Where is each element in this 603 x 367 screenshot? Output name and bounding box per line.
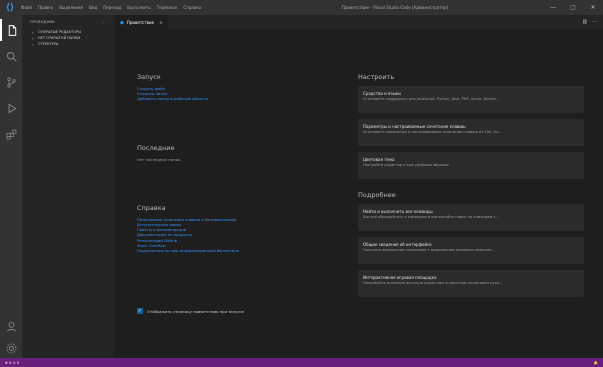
chevron-right-icon: › bbox=[32, 29, 34, 35]
more-actions-icon[interactable]: ··· bbox=[102, 20, 106, 25]
vscode-icon[interactable]: ⟨⟩ bbox=[4, 2, 16, 14]
welcome-left-column: Запуск Создать файл Открыть папку Добави… bbox=[137, 73, 337, 253]
account-button[interactable] bbox=[0, 315, 22, 337]
tab-label: Приветствие bbox=[126, 20, 155, 25]
menu-file[interactable]: Файл bbox=[21, 5, 32, 10]
source-control-icon bbox=[6, 77, 16, 87]
title-bar: ⟨⟩ Файл Правка Выделение Вид Переход Вып… bbox=[0, 0, 603, 15]
editor-tabs: ◆ Приветствие × ▥ ··· bbox=[114, 15, 603, 29]
recent-title: Последние bbox=[137, 143, 175, 152]
section-label: НЕТ ОТКРЫТОЙ ПАПКИ bbox=[38, 36, 81, 40]
customize-card[interactable]: Средства и языки Установите поддержку дл… bbox=[358, 86, 584, 113]
card-description: Попробуйте основные функции редактора в … bbox=[363, 281, 503, 285]
search-icon bbox=[6, 51, 17, 62]
show-on-startup-checkbox[interactable]: ✓ bbox=[137, 308, 143, 314]
card-description: Установите поддержку для JavaScript, Pyt… bbox=[363, 97, 500, 101]
split-editor-icon[interactable]: ▥ bbox=[582, 19, 587, 25]
welcome-right-column: Настроить Средства и языки Установите по… bbox=[358, 73, 584, 303]
tab-welcome[interactable]: ◆ Приветствие × bbox=[114, 15, 169, 29]
close-icon[interactable]: × bbox=[159, 20, 162, 25]
card-description: Настройте редактор и код удобным образом bbox=[363, 163, 449, 167]
vscode-icon: ◆ bbox=[120, 19, 124, 26]
extensions-icon bbox=[6, 129, 16, 139]
menu-view[interactable]: Вид bbox=[89, 5, 97, 10]
menu-selection[interactable]: Выделение bbox=[59, 5, 83, 10]
welcome-page: Запуск Создать файл Открыть папку Добави… bbox=[114, 29, 603, 358]
chevron-right-icon: › bbox=[32, 41, 34, 47]
section-outline[interactable]: › СТРУКТУРА bbox=[22, 41, 114, 47]
close-button[interactable]: ✕ bbox=[583, 0, 603, 15]
run-debug-icon bbox=[8, 103, 16, 113]
section-label: ОТКРЫТЫЕ РЕДАКТОРЫ bbox=[38, 30, 82, 34]
card-description: Быстро обращайтесь к командам и выполняй… bbox=[363, 215, 499, 219]
card-description: Установите параметры и настраиваемые соч… bbox=[363, 130, 502, 134]
menu-edit[interactable]: Правка bbox=[38, 5, 53, 10]
menu-go[interactable]: Переход bbox=[103, 5, 121, 10]
learn-title: Подробнее bbox=[358, 191, 396, 199]
notifications-icon[interactable]: 🔔 bbox=[594, 361, 598, 365]
run-debug-button[interactable] bbox=[0, 97, 22, 119]
recent-empty-text: Нет последних папок. bbox=[137, 156, 182, 162]
customize-card[interactable]: Параметры и настраиваемые сочетания клав… bbox=[358, 119, 584, 146]
files-icon bbox=[8, 24, 16, 36]
menu-bar: Файл Правка Выделение Вид Переход Выполн… bbox=[21, 5, 201, 10]
customize-card[interactable]: Цветовая тема Настройте редактор и код у… bbox=[358, 152, 584, 179]
source-control-button[interactable] bbox=[0, 71, 22, 93]
learn-card[interactable]: Найти и выполнить все команды Быстро обр… bbox=[358, 204, 584, 231]
window-controls: — ▢ ✕ bbox=[543, 0, 603, 15]
chevron-right-icon: › bbox=[32, 35, 34, 41]
help-title: Справка bbox=[137, 203, 166, 212]
problems-status[interactable]: ⊗ 0 ⚠ 0 bbox=[5, 361, 19, 365]
show-on-startup-label: Отображать страницу приветствия при запу… bbox=[147, 308, 245, 314]
explorer-sidebar: ПРОВОДНИК ··· › ОТКРЫТЫЕ РЕДАКТОРЫ › НЕТ… bbox=[22, 15, 114, 358]
window-title: Приветствие - Visual Studio Code [Админи… bbox=[341, 5, 449, 10]
customize-title: Настроить bbox=[358, 73, 395, 81]
editor-actions: ▥ ··· bbox=[582, 15, 597, 29]
menu-run[interactable]: Выполнить bbox=[127, 5, 150, 10]
card-description: Получите визуальное наложение с выделени… bbox=[363, 248, 495, 252]
status-bar: ⊗ 0 ⚠ 0 🔔 bbox=[0, 358, 603, 367]
learn-card[interactable]: Интерактивная игровая площадка Попробуйт… bbox=[358, 270, 584, 297]
gear-icon bbox=[6, 343, 16, 353]
more-actions-icon[interactable]: ··· bbox=[592, 19, 597, 25]
activity-bar bbox=[0, 15, 22, 358]
section-label: СТРУКТУРА bbox=[38, 42, 59, 46]
minimize-button[interactable]: — bbox=[543, 0, 563, 15]
account-icon bbox=[6, 321, 16, 332]
menu-help[interactable]: Справка bbox=[183, 5, 201, 10]
show-on-startup: ✓ Отображать страницу приветствия при за… bbox=[137, 308, 244, 314]
search-button[interactable] bbox=[0, 45, 22, 67]
start-title: Запуск bbox=[137, 73, 161, 81]
add-workspace-folder-link[interactable]: Добавить папку в рабочую область bbox=[137, 96, 337, 101]
explorer-button[interactable] bbox=[0, 19, 22, 41]
sidebar-title: ПРОВОДНИК bbox=[30, 20, 55, 24]
manage-button[interactable] bbox=[0, 337, 22, 359]
maximize-button[interactable]: ▢ bbox=[563, 0, 583, 15]
menu-terminal[interactable]: Терминал bbox=[157, 5, 178, 10]
extensions-button[interactable] bbox=[0, 123, 22, 145]
sidebar-header: ПРОВОДНИК ··· bbox=[22, 15, 114, 29]
help-link[interactable]: Подписаться на наш информационный бюллет… bbox=[137, 248, 337, 253]
learn-card[interactable]: Общие сведения об интерфейсе Получите ви… bbox=[358, 237, 584, 264]
